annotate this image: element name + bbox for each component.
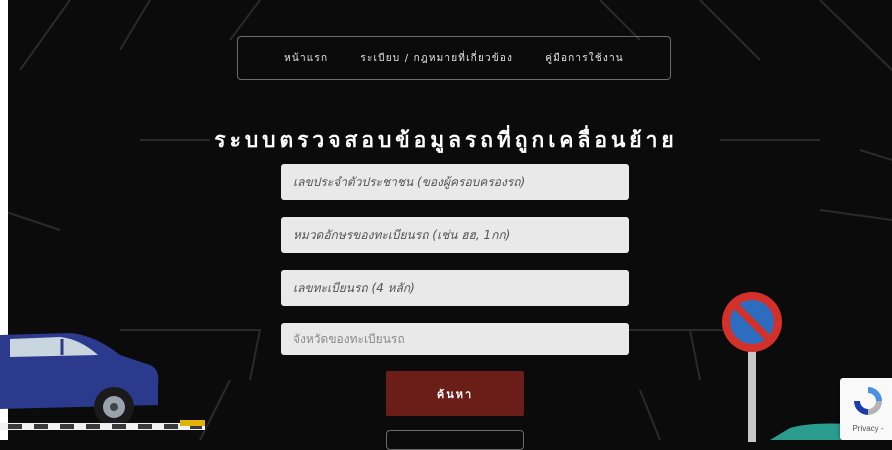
- car-illustration: [0, 333, 205, 430]
- nav-item-manual[interactable]: คู่มือการใช้งาน: [545, 51, 624, 66]
- top-navigation: หน้าแรก ระเบียบ / กฎหมายที่เกี่ยวข้อง คู…: [237, 36, 671, 80]
- plate-letters-input[interactable]: [281, 217, 629, 253]
- nav-item-regulations[interactable]: ระเบียบ / กฎหมายที่เกี่ยวข้อง: [360, 51, 513, 66]
- recaptcha-icon: [854, 387, 882, 415]
- province-input[interactable]: [281, 323, 629, 355]
- secondary-button[interactable]: [386, 430, 524, 450]
- plate-number-input[interactable]: [281, 270, 629, 306]
- id-card-input[interactable]: [281, 164, 629, 200]
- teal-car-illustration: [770, 423, 850, 440]
- search-button[interactable]: ค้นหา: [386, 371, 524, 416]
- recaptcha-badge[interactable]: Privacy -: [840, 378, 892, 440]
- nav-item-home[interactable]: หน้าแรก: [284, 51, 328, 66]
- recaptcha-privacy-link[interactable]: Privacy -: [840, 424, 892, 433]
- page-title: ระบบตรวจสอบข้อมูลรถที่ถูกเคลื่อนย้าย: [214, 128, 678, 152]
